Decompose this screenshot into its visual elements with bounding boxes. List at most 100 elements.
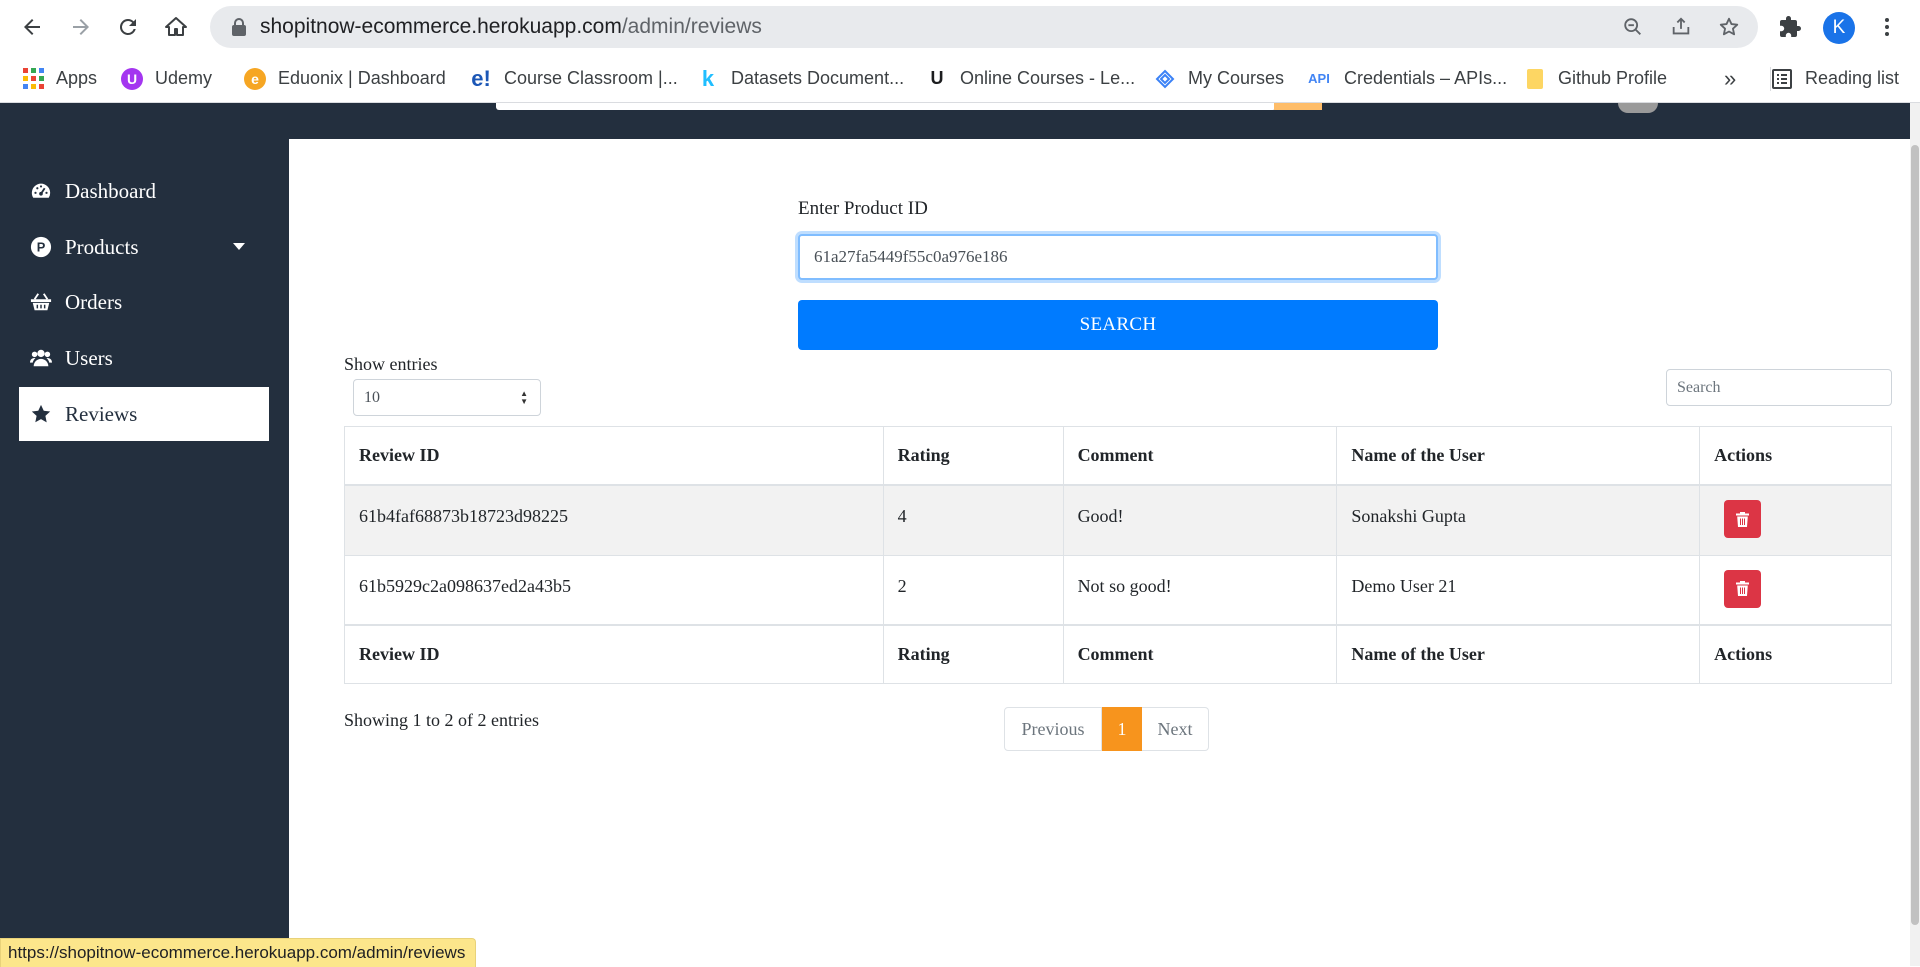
entries-select[interactable]: 10 ▲ ▼: [353, 379, 541, 416]
rating-cell: 2: [882, 554, 1064, 626]
column-header-actions[interactable]: Actions: [1699, 426, 1892, 486]
entries-select-value: 10: [364, 389, 380, 406]
table-footer-row: Review ID Rating Comment Name of the Use…: [344, 624, 1892, 684]
shopping-basket-icon: [29, 290, 53, 314]
bookmark-label: Apps: [56, 68, 98, 88]
bookmark-online-courses[interactable]: U Online Courses - Le...: [926, 55, 1136, 102]
star-icon: [29, 402, 53, 426]
reading-list-icon: [1771, 68, 1793, 90]
home-button[interactable]: [161, 12, 191, 42]
bookmarks-overflow-button[interactable]: »: [1724, 55, 1736, 102]
trash-icon: [1736, 511, 1750, 527]
arrow-right-icon: [73, 19, 89, 35]
table-search-input[interactable]: [1666, 369, 1892, 406]
footer-header-actions: Actions: [1699, 624, 1892, 684]
bookmark-eduonix[interactable]: e Eduonix | Dashboard: [244, 55, 446, 102]
forward-button[interactable]: [66, 12, 96, 42]
zoom-button[interactable]: [1622, 16, 1644, 38]
table-info: Showing 1 to 2 of 2 entries: [344, 710, 539, 730]
user-cell: Demo User 21: [1336, 554, 1701, 626]
extensions-button[interactable]: [1775, 12, 1805, 42]
delete-review-button[interactable]: [1724, 569, 1762, 608]
user-cell: Sonakshi Gupta: [1336, 484, 1701, 556]
footer-header-user: Name of the User: [1336, 624, 1701, 684]
bookmark-github-profile[interactable]: Github Profile: [1524, 55, 1667, 102]
menu-button[interactable]: [1872, 12, 1902, 42]
url-text[interactable]: shopitnow-ecommerce.herokuapp.com/admin/…: [260, 6, 762, 48]
svg-text:P: P: [37, 240, 46, 255]
bookmark-credentials[interactable]: API Credentials – APIs...: [1306, 55, 1507, 102]
address-bar[interactable]: shopitnow-ecommerce.herokuapp.com/admin/…: [210, 6, 1758, 48]
header-search-input[interactable]: [496, 103, 1276, 110]
reviews-table: Review ID Rating Comment Name of the Use…: [344, 426, 1892, 684]
bookmark-label: Credentials – APIs...: [1344, 68, 1508, 88]
trash-icon: [1736, 581, 1750, 596]
kebab-menu-icon: [1885, 18, 1889, 36]
sort-arrows-icon: ▲ ▼: [520, 389, 528, 406]
back-button[interactable]: [17, 12, 47, 42]
eduonix-icon: e: [244, 67, 266, 90]
column-header-review-id[interactable]: Review ID: [344, 426, 884, 486]
bookmark-my-courses[interactable]: My Courses: [1154, 55, 1284, 102]
sidebar-item-products[interactable]: P Products: [19, 220, 269, 274]
bookmark-label: Course Classroom |...: [504, 68, 678, 88]
product-hunt-icon: P: [29, 235, 53, 259]
footer-header-comment: Comment: [1062, 624, 1338, 684]
caret-down-icon[interactable]: [233, 243, 245, 250]
kaggle-icon: k: [701, 65, 715, 91]
table-row: 61b4faf68873b18723d98225 4 Good! Sonaksh…: [344, 484, 1892, 556]
reading-list-button[interactable]: Reading list: [1771, 55, 1899, 102]
footer-header-review-id: Review ID: [344, 624, 884, 684]
scrollbar-thumb[interactable]: [1911, 145, 1919, 925]
sidebar-item-label: Reviews: [65, 401, 138, 426]
bookmark-udemy[interactable]: U Udemy: [121, 55, 212, 102]
bookmark-label: Eduonix | Dashboard: [278, 68, 446, 88]
share-button[interactable]: [1670, 16, 1692, 38]
review-id-cell: 61b5929c2a098637ed2a43b5: [344, 554, 884, 626]
sidebar-item-users[interactable]: Users: [19, 331, 269, 385]
comment-cell: Not so good!: [1062, 554, 1338, 626]
product-id-input[interactable]: [798, 234, 1438, 280]
bookmark-star-button[interactable]: [1718, 16, 1740, 38]
header-search-button[interactable]: [1274, 103, 1322, 110]
next-page-button[interactable]: Next: [1142, 707, 1209, 751]
user-avatar[interactable]: [1618, 103, 1658, 113]
column-header-rating[interactable]: Rating: [882, 426, 1064, 486]
table-row: 61b5929c2a098637ed2a43b5 2 Not so good! …: [344, 554, 1892, 626]
profile-avatar[interactable]: K: [1823, 12, 1855, 44]
lock-icon: [232, 18, 246, 36]
sidebar-item-label: Products: [65, 234, 139, 259]
bookmark-apps[interactable]: Apps: [22, 55, 97, 102]
page-1-button[interactable]: 1: [1102, 707, 1142, 751]
zoom-out-icon: [1624, 18, 1641, 35]
courses-icon: [1154, 68, 1176, 90]
reload-button[interactable]: [113, 12, 143, 42]
home-icon: [165, 17, 187, 36]
reload-icon: [119, 18, 136, 35]
column-header-user[interactable]: Name of the User: [1336, 426, 1701, 486]
actions-cell: [1699, 484, 1892, 556]
star-outline-icon: [1719, 17, 1739, 36]
bookmark-datasets[interactable]: k Datasets Document...: [697, 55, 904, 102]
sidebar-item-reviews[interactable]: Reviews: [19, 387, 269, 441]
bookmark-label: Github Profile: [1558, 68, 1668, 88]
previous-page-button[interactable]: Previous: [1004, 707, 1102, 751]
tachometer-icon: [29, 179, 53, 203]
review-id-cell: 61b4faf68873b18723d98225: [344, 484, 884, 556]
pagination: Previous 1 Next: [1004, 707, 1209, 751]
delete-review-button[interactable]: [1724, 500, 1762, 538]
sidebar-item-label: Orders: [65, 289, 123, 314]
search-button[interactable]: SEARCH: [798, 300, 1438, 350]
bookmark-course-classroom[interactable]: e! Course Classroom |...: [470, 55, 678, 102]
reading-list-label: Reading list: [1805, 68, 1900, 88]
share-icon: [1672, 17, 1690, 35]
url-path: /admin/reviews: [621, 15, 762, 38]
table-header-row: Review ID Rating Comment Name of the Use…: [344, 426, 1892, 486]
sidebar-item-dashboard[interactable]: Dashboard: [19, 164, 269, 218]
sidebar-item-label: Users: [65, 345, 113, 370]
bookmarks-bar: Apps U Udemy e Eduonix | Dashboard e! Co…: [0, 55, 1920, 103]
e-learning-icon: e!: [471, 65, 491, 91]
column-header-comment[interactable]: Comment: [1062, 426, 1338, 486]
sidebar-item-orders[interactable]: Orders: [19, 275, 269, 329]
footer-header-rating: Rating: [882, 624, 1064, 684]
